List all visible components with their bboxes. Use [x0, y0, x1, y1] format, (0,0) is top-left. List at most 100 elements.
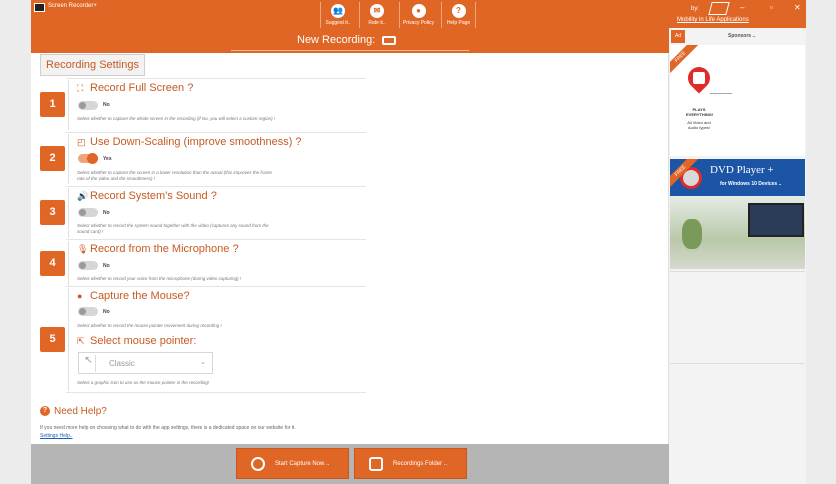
- ad-photo-tv: [748, 203, 804, 237]
- chat-icon: ✉: [370, 4, 384, 18]
- full-screen-toggle[interactable]: [78, 101, 98, 110]
- suggest-button[interactable]: 👥 Suggest it..: [320, 2, 355, 28]
- divider: [68, 288, 69, 391]
- need-help-title: Need Help?: [54, 406, 107, 417]
- help-page-label: Help Page: [446, 20, 471, 26]
- recording-settings-tab[interactable]: Recording Settings: [40, 54, 145, 76]
- divider: [670, 363, 805, 364]
- step-number: 3: [40, 200, 65, 225]
- media-icon: [693, 72, 705, 84]
- maximize-button[interactable]: ▫: [770, 3, 773, 12]
- full-screen-title: Record Full Screen ?: [90, 82, 194, 94]
- settings-help-link[interactable]: Settings Help..: [40, 433, 73, 439]
- system-sound-toggle-label: No: [103, 210, 110, 216]
- ad-subtext: All Video and Audio types!: [687, 120, 711, 130]
- down-scaling-toggle-label: Yes: [103, 156, 112, 162]
- rate-label: Rate it..: [368, 20, 386, 26]
- full-screen-desc: Select whether to capture the whole scre…: [77, 116, 276, 121]
- start-capture-button[interactable]: Start Capture Now ..: [236, 448, 349, 479]
- down-scaling-desc: Select whether to capture the screen in …: [77, 170, 272, 181]
- sponsor-ad-dvd-player[interactable]: DVD Player + for Windows 10 Devices .. F…: [670, 159, 805, 269]
- settings-panel: Recording Settings 1 ⛶ Record Full Scree…: [31, 53, 669, 444]
- header-divider: [231, 50, 469, 51]
- publisher-by: by:: [691, 6, 700, 12]
- app-title: Screen Recorder+: [48, 3, 97, 9]
- decorative-line: [710, 93, 732, 94]
- publisher-logo-icon: [708, 2, 730, 15]
- ad-badge: Ad: [671, 30, 685, 43]
- divider: [66, 239, 366, 240]
- mouse-pointer-select[interactable]: ↖ Classic ⌄: [78, 352, 213, 374]
- speaker-icon: 🔊: [77, 191, 89, 201]
- microphone-icon: 🎙: [77, 244, 89, 254]
- downscale-icon: ◰: [77, 137, 86, 147]
- sponsor-ad-player[interactable]: FREE PLAYS EVERYTHING! All Video and Aud…: [670, 45, 805, 156]
- divider: [66, 78, 366, 79]
- app-icon: [34, 3, 45, 12]
- privacy-label: Privacy Policy: [402, 20, 435, 26]
- help-icon: ?: [40, 406, 50, 416]
- desktop-right: [806, 0, 836, 484]
- mouse-icon: ●: [77, 291, 83, 301]
- app-window: Screen Recorder+ 👥 Suggest it.. ✉ Rate i…: [31, 0, 806, 484]
- capture-mouse-title: Capture the Mouse?: [90, 290, 190, 302]
- step-number: 5: [40, 327, 65, 352]
- action-bar: Start Capture Now .. Recordings Folder .…: [31, 444, 669, 484]
- mouse-pointer-value: Classic: [109, 359, 135, 368]
- dvd-player-name: DVD Player +: [710, 164, 774, 176]
- recordings-folder-label: Recordings Folder ..: [393, 461, 448, 467]
- divider: [68, 188, 69, 238]
- mouse-pointer-desc: Select a graphic icon to use as the mous…: [77, 380, 210, 385]
- system-sound-toggle[interactable]: [78, 208, 98, 217]
- start-capture-label: Start Capture Now ..: [275, 461, 330, 467]
- minimize-button[interactable]: –: [740, 3, 744, 12]
- step-number: 2: [40, 146, 65, 171]
- microphone-toggle-label: No: [103, 263, 110, 269]
- capture-mouse-toggle[interactable]: [78, 307, 98, 316]
- microphone-toggle[interactable]: [78, 261, 98, 270]
- camera-icon: [382, 36, 396, 45]
- header-title: New Recording:: [297, 34, 376, 46]
- people-icon: 👥: [331, 4, 345, 18]
- record-icon: [251, 457, 265, 471]
- microphone-desc: Select whether to record your voice from…: [77, 276, 242, 281]
- pointer-icon: ⇱: [77, 336, 85, 346]
- rate-button[interactable]: ✉ Rate it..: [359, 2, 394, 28]
- fullscreen-icon: ⛶: [77, 83, 84, 93]
- divider: [68, 134, 69, 184]
- down-scaling-toggle[interactable]: [78, 153, 98, 164]
- divider: [66, 392, 366, 393]
- capture-mouse-desc: Select whether to record the mouse point…: [77, 323, 222, 328]
- mouse-pointer-title: Select mouse pointer:: [90, 335, 197, 347]
- privacy-policy-button[interactable]: ● Privacy Policy: [399, 2, 437, 28]
- divider: [68, 241, 69, 286]
- suggest-label: Suggest it..: [325, 20, 351, 26]
- ad-photo-plant: [682, 219, 702, 249]
- system-sound-title: Record System's Sound ?: [90, 190, 217, 202]
- sponsors-panel: Ad Sponsors .. FREE PLAYS EVERYTHING! Al…: [669, 28, 806, 484]
- divider: [670, 271, 805, 272]
- system-sound-desc: Select whether to record the system soun…: [77, 223, 269, 234]
- sponsors-title: Sponsors ..: [728, 33, 756, 39]
- step-number: 1: [40, 92, 65, 117]
- publisher-link[interactable]: Mobility in Life Applications: [677, 17, 749, 23]
- divider: [66, 186, 366, 187]
- desktop-left: [0, 0, 31, 484]
- divider: [68, 80, 69, 130]
- divider: [66, 132, 366, 133]
- divider: [66, 286, 366, 287]
- dvd-player-subtitle: for Windows 10 Devices ..: [720, 181, 782, 187]
- cursor-preview-icon: ↖: [82, 355, 96, 372]
- need-help-text: If you need more help on choosing what t…: [40, 425, 296, 431]
- help-page-button[interactable]: ? Help Page: [441, 2, 476, 28]
- question-icon: ?: [451, 4, 466, 18]
- full-screen-toggle-label: No: [103, 102, 110, 108]
- new-recording-header: New Recording:: [31, 28, 669, 53]
- microphone-title: Record from the Microphone ?: [90, 243, 239, 255]
- capture-mouse-toggle-label: No: [103, 309, 110, 315]
- recordings-folder-button[interactable]: Recordings Folder ..: [354, 448, 467, 479]
- step-number: 4: [40, 251, 65, 276]
- person-icon: ●: [411, 4, 426, 18]
- close-button[interactable]: ✕: [794, 3, 801, 12]
- down-scaling-title: Use Down-Scaling (improve smoothness) ?: [90, 136, 302, 148]
